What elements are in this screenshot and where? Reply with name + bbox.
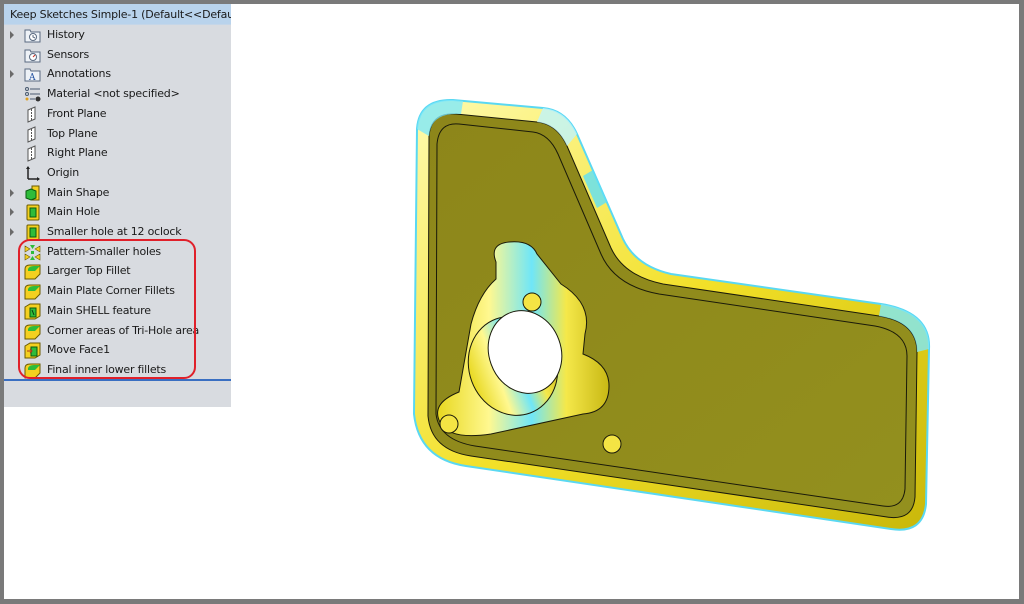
- tree-item-sensors[interactable]: Sensors: [4, 46, 231, 65]
- tree-item-front-plane[interactable]: Front Plane: [4, 105, 231, 124]
- small-hole-right: [602, 434, 622, 454]
- tree-item-label: Annotations: [47, 67, 111, 81]
- tree-item-label: Main Hole: [47, 205, 100, 219]
- plane-icon: [24, 145, 41, 162]
- tree-item-label: Origin: [47, 165, 80, 179]
- svg-text:A: A: [28, 73, 36, 83]
- tree-item-right-plane[interactable]: Right Plane: [4, 144, 231, 163]
- expand-arrow-icon[interactable]: [10, 208, 14, 217]
- small-hole-left: [439, 414, 459, 434]
- part-root-node[interactable]: Keep Sketches Simple-1 (Default<<Default: [4, 4, 231, 25]
- history-folder-icon: [24, 27, 41, 44]
- expand-arrow-icon[interactable]: [10, 188, 14, 197]
- tree-item-label: Top Plane: [47, 126, 98, 140]
- sensors-folder-icon: [24, 47, 41, 64]
- tree-item-top-plane[interactable]: Top Plane: [4, 125, 231, 144]
- graphics-area[interactable]: [231, 4, 1019, 599]
- annotations-folder-icon: A: [24, 66, 41, 83]
- highlight-annotation: [18, 239, 196, 379]
- expand-arrow-icon[interactable]: [10, 31, 14, 39]
- small-hole-top: [522, 292, 542, 312]
- part-name: Keep Sketches Simple-1 (Default<<Default: [10, 7, 231, 21]
- expand-arrow-icon[interactable]: [10, 70, 14, 79]
- plane-icon: [24, 106, 41, 123]
- tree-item-label: History: [47, 28, 85, 41]
- material-icon: [24, 86, 41, 103]
- tree-item-label: Right Plane: [47, 146, 108, 160]
- extrude-boss-icon: [24, 185, 41, 202]
- extrude-cut-icon: [24, 204, 41, 221]
- tree-item-label: Main Shape: [47, 185, 110, 199]
- tree-item-main-hole[interactable]: Main Hole: [4, 203, 231, 222]
- part-model-view[interactable]: [231, 4, 1019, 599]
- expand-arrow-icon[interactable]: [10, 228, 14, 236]
- tree-item-origin[interactable]: Origin: [4, 164, 231, 183]
- tree-item-label: Front Plane: [47, 106, 107, 120]
- plane-icon: [24, 125, 41, 143]
- tree-item-label: Material <not specified>: [47, 87, 180, 101]
- feature-manager-tree: Keep Sketches Simple-1 (Default<<Default…: [4, 4, 231, 407]
- tree-item-main-shape[interactable]: Main Shape: [4, 184, 231, 203]
- tree-item-history[interactable]: History: [4, 26, 231, 45]
- tree-item-label: Sensors: [47, 47, 90, 61]
- origin-icon: [24, 165, 41, 182]
- tree-item-annotations[interactable]: A Annotations: [4, 65, 231, 84]
- tree-item-label: Smaller hole at 12 oclock: [47, 225, 182, 238]
- rollback-bar[interactable]: [4, 379, 231, 381]
- tree-item-material-not-specified[interactable]: Material <not specified>: [4, 85, 231, 104]
- window-frame: Keep Sketches Simple-1 (Default<<Default…: [4, 4, 1019, 599]
